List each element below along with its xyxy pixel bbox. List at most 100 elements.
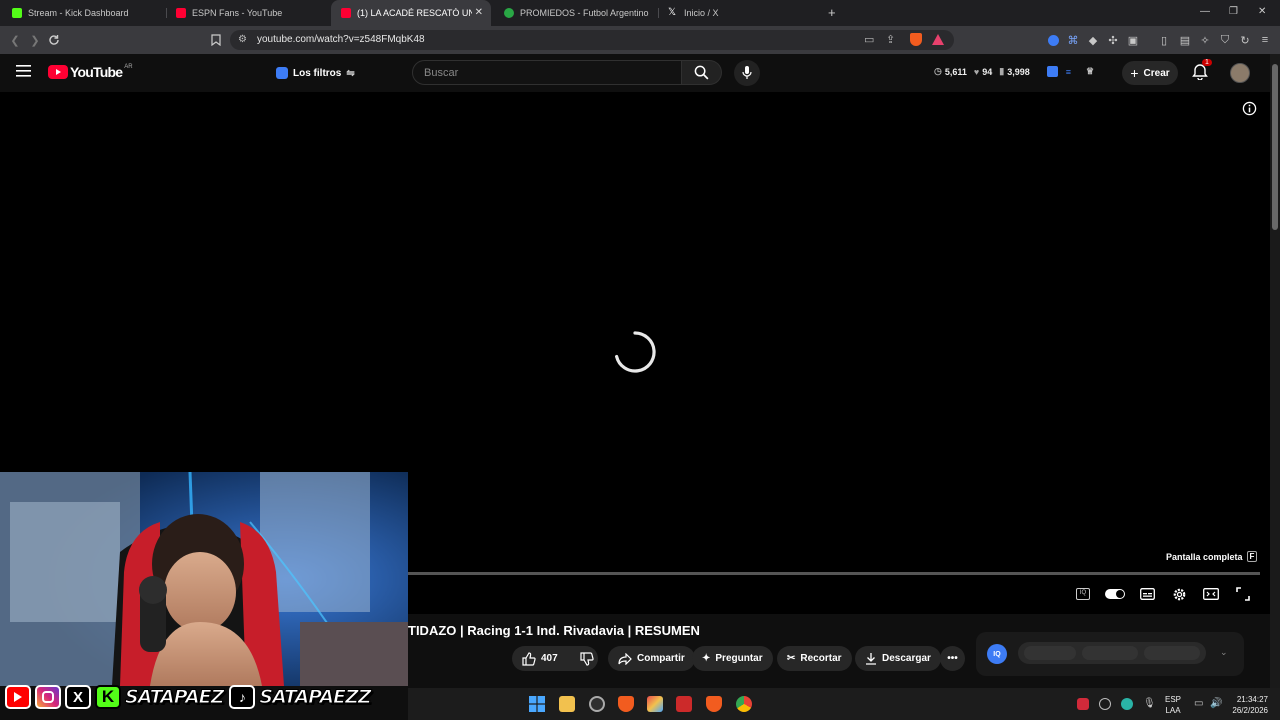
download-button[interactable]: Descargar <box>855 646 941 671</box>
trophy-icon[interactable]: ♕ <box>1086 66 1094 77</box>
share-button[interactable]: Compartir <box>608 646 695 671</box>
scrollbar-thumb[interactable] <box>1272 64 1278 230</box>
filters-extension-icon <box>276 67 288 79</box>
extension-diamond-icon[interactable]: ◆ <box>1086 33 1100 47</box>
subtitles-icon[interactable] <box>1138 586 1156 602</box>
url-text[interactable]: youtube.com/watch?v=z548FMqbK48 <box>257 34 425 45</box>
chrome-icon[interactable] <box>736 696 752 712</box>
minimize-icon[interactable]: — <box>1200 6 1210 17</box>
tray-circle-icon[interactable] <box>1099 698 1111 710</box>
forward-icon[interactable]: ❯ <box>28 33 42 47</box>
like-dislike-group[interactable]: 407 <box>512 646 598 671</box>
site-info-icon[interactable]: ⚙ <box>238 34 247 45</box>
tiktok-icon: ♪ <box>229 685 256 709</box>
search-button[interactable] <box>682 60 722 85</box>
menu-icon[interactable]: ≡ <box>1258 33 1272 47</box>
notifications-button[interactable]: 1 <box>1192 59 1212 80</box>
brave-active-taskbar-icon[interactable] <box>706 696 722 712</box>
search-placeholder: Buscar <box>424 67 459 79</box>
voicemeeter-icon[interactable] <box>676 696 692 712</box>
tab-promiedos[interactable]: PROMIEDOS - Futbol Argentino - Fix <box>494 0 656 26</box>
more-actions-button[interactable]: ••• <box>940 646 965 671</box>
like-icon[interactable] <box>522 651 536 666</box>
fullscreen-tooltip: Pantalla completa F <box>1166 551 1258 562</box>
system-clock[interactable]: 21:34:27 26/2/2026 <box>1228 694 1268 716</box>
ask-button[interactable]: ✦ Preguntar <box>692 646 773 671</box>
volume-icon[interactable]: 🔊 <box>1210 698 1222 710</box>
extension-blue-icon[interactable] <box>1046 33 1060 47</box>
voice-search-button[interactable] <box>734 60 760 86</box>
tab-title: Inicio / X <box>684 8 719 18</box>
extension-iq-icon[interactable] <box>1046 66 1058 77</box>
share-icon[interactable]: ⇪ <box>886 33 895 46</box>
tray-mic-icon[interactable]: 🎙 <box>1143 698 1156 710</box>
tray-app-icon[interactable] <box>1077 698 1089 710</box>
vpn-icon[interactable]: ⛉ <box>1218 33 1232 47</box>
x-social-icon: X <box>65 685 91 709</box>
brave-shields-icon[interactable] <box>910 33 922 46</box>
input-language[interactable]: ESP LAA <box>1165 694 1181 716</box>
sync-icon[interactable]: ↻ <box>1238 33 1252 47</box>
translate-icon[interactable]: ⌘ <box>1066 33 1080 47</box>
new-tab-button[interactable]: + <box>828 5 836 20</box>
side-panel-card: IQ ⌄ <box>976 632 1244 676</box>
reload-icon[interactable] <box>47 33 61 47</box>
stat-views: 5,611 <box>944 66 967 77</box>
restore-icon[interactable]: ❐ <box>1229 6 1238 17</box>
cast-icon[interactable]: ▭ <box>864 33 874 46</box>
sidebar-icon[interactable]: ▯ <box>1157 33 1171 47</box>
chevron-down-icon[interactable]: ⌄ <box>1220 647 1228 658</box>
tab-active-video[interactable]: (1) LA ACADÉ RESCATÓ UN EMP ✕ <box>331 0 491 26</box>
info-icon[interactable] <box>1242 101 1257 116</box>
extensions-puzzle-icon[interactable]: ✣ <box>1106 33 1120 47</box>
filters-button[interactable]: Los filtros ⇋ <box>276 63 355 83</box>
file-explorer-icon[interactable] <box>559 696 575 712</box>
fullscreen-tooltip-text: Pantalla completa <box>1166 551 1243 562</box>
share-arrow-icon <box>618 652 632 665</box>
dislike-icon[interactable] <box>580 651 594 666</box>
notification-badge: 1 <box>1202 59 1212 66</box>
tab-kick-dashboard[interactable]: Stream - Kick Dashboard <box>2 0 164 26</box>
clip-button[interactable]: ✂ Recortar <box>777 646 852 671</box>
brave-rewards-icon[interactable] <box>932 34 944 45</box>
guide-menu-icon[interactable] <box>16 65 31 77</box>
wallet-icon[interactable]: ▤ <box>1178 33 1192 47</box>
youtube-logo[interactable]: YouTube AR <box>48 64 133 80</box>
copilot-icon[interactable] <box>647 696 663 712</box>
sparkle-icon: ✦ <box>702 653 711 664</box>
scrollbar[interactable] <box>1270 54 1280 688</box>
progress-bar[interactable] <box>408 572 1260 575</box>
search-input[interactable]: Buscar <box>412 60 682 85</box>
brave-taskbar-icon[interactable] <box>618 696 634 712</box>
obs-icon[interactable] <box>589 696 605 712</box>
back-icon[interactable]: ❮ <box>8 33 22 47</box>
tab-espn-fans[interactable]: ESPN Fans - YouTube <box>166 0 328 26</box>
create-label: Crear <box>1143 67 1170 79</box>
social-handles-bar: X K SATAPAEZ ♪ SATAPAEZZ <box>0 684 408 710</box>
youtube-favicon-icon <box>176 8 186 18</box>
screenshot-icon[interactable]: ▣ <box>1126 33 1140 47</box>
close-window-icon[interactable]: ✕ <box>1258 6 1266 17</box>
windows-start-icon[interactable] <box>529 696 545 712</box>
leo-ai-icon[interactable]: ✧ <box>1198 33 1212 47</box>
close-tab-icon[interactable]: ✕ <box>475 7 483 18</box>
tab-x-home[interactable]: 𝕏 Inicio / X <box>658 0 820 26</box>
tray-edge-icon[interactable] <box>1121 698 1133 710</box>
loading-spinner-icon <box>612 329 658 375</box>
language-code: ESP <box>1165 695 1182 704</box>
webcam-image <box>0 472 408 686</box>
settings-gear-icon[interactable] <box>1170 586 1188 602</box>
fullscreen-icon[interactable] <box>1234 586 1252 602</box>
youtube-masthead: YouTube AR Los filtros ⇋ Buscar ◷ 5,611 … <box>0 54 1270 92</box>
iq-extension-icon[interactable]: IQ <box>987 644 1007 664</box>
address-bar[interactable]: ⚙ youtube.com/watch?v=z548FMqbK48 ▭ ⇪ <box>230 30 954 50</box>
iq-extension-icon[interactable]: IQ <box>1074 586 1092 602</box>
queue-icon[interactable]: ≡ <box>1066 67 1071 77</box>
theater-mode-icon[interactable] <box>1202 586 1220 602</box>
create-button[interactable]: + Crear <box>1122 61 1178 85</box>
avatar[interactable] <box>1230 63 1250 83</box>
bookmark-icon[interactable] <box>209 33 223 47</box>
autoplay-toggle[interactable] <box>1104 586 1126 602</box>
kick-social-icon: K <box>95 685 121 709</box>
network-icon[interactable]: ▭ <box>1194 698 1206 710</box>
